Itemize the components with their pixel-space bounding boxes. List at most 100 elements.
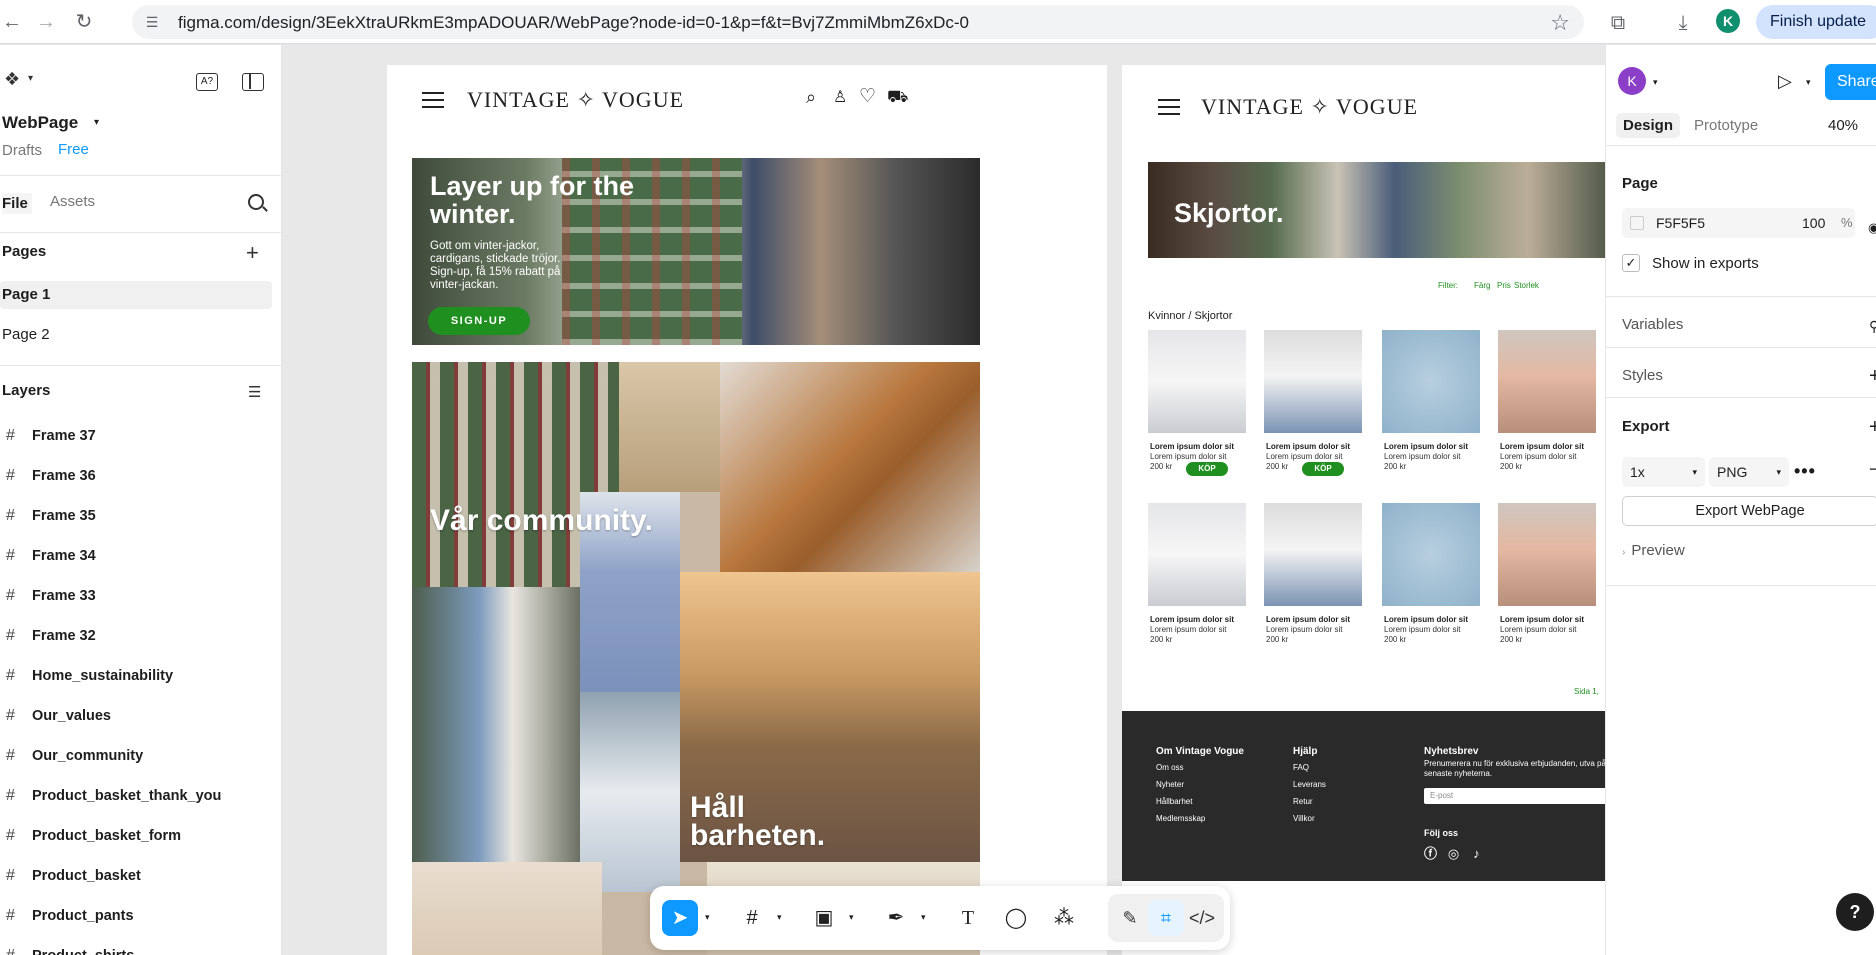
community-heading: Vår community. [430,504,653,537]
layer-item[interactable]: # Product_basket_thank_you [0,784,280,808]
chevron-down-icon[interactable]: ▾ [94,117,99,128]
toggle-panel-icon[interactable] [242,73,264,91]
right-properties-panel: K ▾ ▷ ▾ Share Design Prototype 40% Page … [1605,45,1876,955]
draw-mode-icon[interactable]: ✎ [1112,900,1148,936]
tab-assets[interactable]: Assets [50,193,95,210]
drafts-label[interactable]: Drafts [2,142,42,159]
address-bar[interactable]: ☰ figma.com/design/3EekXtraURkmE3mpADOUA… [132,5,1584,39]
pen-tool-icon[interactable]: ✒ [878,900,914,936]
layer-item[interactable]: # Our_community [0,744,280,768]
page-item[interactable]: Page 1 [0,281,272,309]
color-swatch[interactable] [1630,216,1644,230]
chevron-down-icon[interactable]: ▾ [921,912,926,923]
forward-icon[interactable]: → [34,10,58,34]
layer-item[interactable]: # Home_sustainability [0,664,280,688]
file-name[interactable]: WebPage [2,113,78,133]
show-in-exports-checkbox[interactable]: ✓ [1622,254,1640,272]
divider [0,365,282,366]
cart-icon: ⛟ [887,87,909,106]
color-hex[interactable]: F5F5F5 [1656,215,1705,231]
frame-icon: # [6,627,15,644]
add-export-icon[interactable]: + [1869,417,1876,437]
export-format-select[interactable]: PNG ▾ [1709,457,1789,487]
filter-size: Storlek [1514,281,1539,290]
actions-icon[interactable]: ⁂ [1046,900,1082,936]
opacity-value[interactable]: 100 [1802,215,1825,231]
layer-item[interactable]: # Frame 37 [0,424,280,448]
layer-item[interactable]: # Frame 35 [0,504,280,528]
plan-badge[interactable]: Free [58,141,89,158]
share-button[interactable]: Share [1825,64,1876,100]
product-title: Lorem ipsum dolor sit [1384,615,1469,624]
extensions-icon[interactable]: ⧉ [1605,10,1631,36]
tab-file[interactable]: File [2,193,32,214]
footer-help-title: Hjälp [1293,746,1318,757]
product-subtitle: Lorem ipsum dolor sit [1384,452,1461,461]
layer-item[interactable]: # Product_basket [0,864,280,888]
variables-icon[interactable]: ⚲ [1869,317,1876,335]
product-image [1382,503,1480,606]
design-mode-icon[interactable]: ⌗ [1148,900,1184,936]
chevron-down-icon[interactable]: ▾ [1653,77,1658,88]
add-page-icon[interactable]: + [246,242,259,264]
url-text[interactable]: figma.com/design/3EekXtraURkmE3mpADOUAR/… [178,13,969,33]
layer-item[interactable]: # Our_values [0,704,280,728]
layer-item[interactable]: # Frame 34 [0,544,280,568]
tab-prototype[interactable]: Prototype [1694,117,1758,134]
layers-menu-icon[interactable]: ☰ [248,383,261,401]
layer-item[interactable]: # Frame 32 [0,624,280,648]
present-play-icon[interactable]: ▷ [1778,71,1792,92]
image-tool-icon[interactable]: ▣ [806,900,842,936]
move-tool-icon[interactable]: ➤ [662,900,698,936]
back-icon[interactable]: ← [0,10,24,34]
site-info-icon[interactable]: ☰ [142,12,162,32]
dev-mode-icon[interactable]: </> [1184,900,1220,936]
tab-design[interactable]: Design [1616,113,1681,138]
brand-logo: VINTAGE ✧ VOGUE [1201,94,1419,119]
product-shirts-frame[interactable]: VINTAGE ✧ VOGUE Skjortor. Filter: Färg P… [1122,65,1605,955]
variables-section[interactable]: Variables [1622,316,1683,333]
layer-item[interactable]: # Product_basket_form [0,824,280,848]
home-page-frame[interactable]: VINTAGE ✧ VOGUE ⌕ ♙ ♡ ⛟ Layer up for the… [387,65,1107,955]
chevron-down-icon[interactable]: ▾ [705,912,710,923]
export-button[interactable]: Export WebPage [1622,496,1876,526]
chevron-down-icon[interactable]: ▾ [1806,77,1811,88]
divider [1606,347,1876,348]
page-color-field[interactable]: F5F5F5 100 % [1622,208,1855,238]
more-options-icon[interactable]: ••• [1794,461,1816,482]
layer-item[interactable]: #Product_shirts [0,944,280,955]
chevron-down-icon[interactable]: ▾ [777,912,782,923]
reload-icon[interactable]: ↻ [72,10,96,34]
finish-update-button[interactable]: Finish update [1756,5,1876,39]
help-icon[interactable]: ? [1836,893,1874,931]
layer-item[interactable]: # Frame 36 [0,464,280,488]
user-avatar[interactable]: K [1618,67,1646,95]
page-item[interactable]: Page 2 [0,321,272,349]
remove-export-icon[interactable]: − [1869,459,1876,480]
design-canvas[interactable]: VINTAGE ✧ VOGUE ⌕ ♙ ♡ ⛟ Layer up for the… [283,45,1605,955]
preview-toggle[interactable]: › Preview [1622,542,1685,559]
layer-item[interactable]: # Product_pants [0,904,280,928]
styles-section[interactable]: Styles [1622,367,1663,384]
search-icon[interactable] [248,194,264,210]
text-tool-icon[interactable]: T [950,900,986,936]
frame-icon: # [6,907,15,924]
frame-tool-icon[interactable]: # [734,900,770,936]
browser-profile-avatar[interactable]: K [1716,9,1740,33]
comment-tool-icon[interactable]: ◯ [998,900,1034,936]
export-scale-select[interactable]: 1x ▾ [1622,457,1705,487]
product-price: 200 kr [1266,635,1289,644]
chevron-down-icon[interactable]: ▾ [849,912,854,923]
text-style-icon[interactable]: A? [196,73,218,91]
chevron-down-icon[interactable]: ▾ [28,73,33,84]
add-style-icon[interactable]: + [1869,366,1876,386]
eye-icon[interactable]: ◉ [1868,220,1876,236]
layer-item[interactable]: # Frame 33 [0,584,280,608]
downloads-icon[interactable]: ⤓ [1670,10,1696,36]
winter-hero-banner: Layer up for the winter. Gott om vinter-… [412,158,980,345]
figma-menu-icon[interactable]: ❖ [4,69,20,90]
collage-image [412,862,602,955]
zoom-level[interactable]: 40% [1828,117,1858,134]
product-title: Lorem ipsum dolor sit [1500,615,1585,624]
bookmark-star-icon[interactable]: ☆ [1550,10,1570,36]
